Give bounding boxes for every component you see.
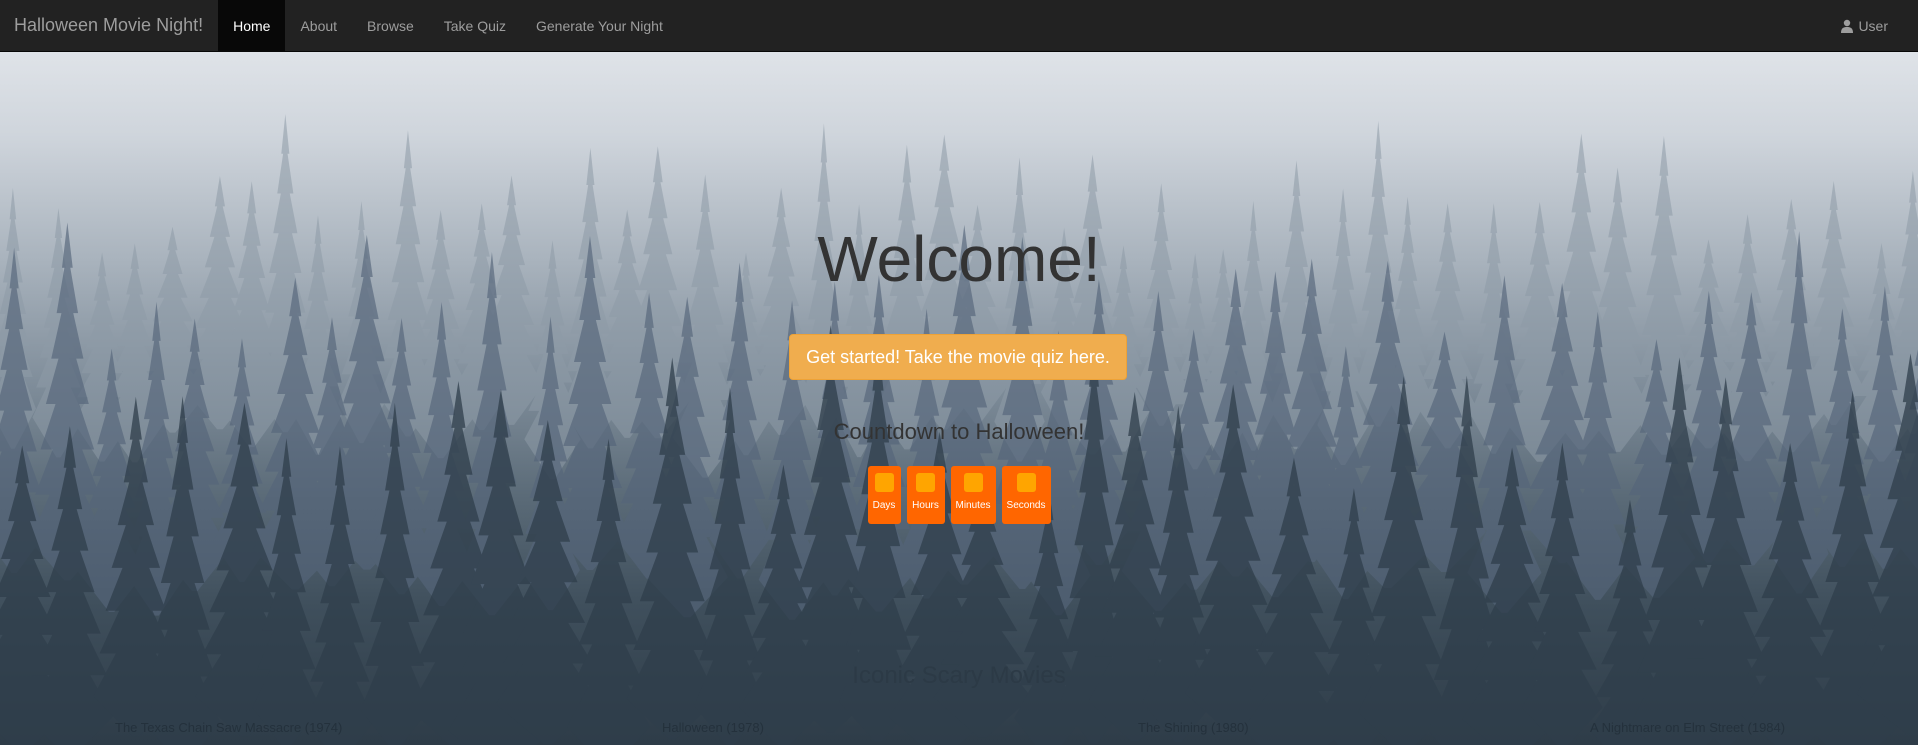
countdown-minutes: Minutes bbox=[950, 466, 996, 524]
countdown-hours-label: Hours bbox=[912, 500, 939, 511]
nav-about[interactable]: About bbox=[285, 0, 352, 51]
take-quiz-button[interactable]: Get started! Take the movie quiz here. bbox=[789, 334, 1127, 380]
user-label: User bbox=[1858, 17, 1888, 34]
top-navbar: Halloween Movie Night! Home About Browse… bbox=[0, 0, 1918, 52]
countdown-hours-value bbox=[916, 473, 935, 492]
iconic-movies-list: The Texas Chain Saw Massacre (1974) Hall… bbox=[0, 720, 1918, 740]
iconic-movies-heading: Iconic Scary Movies bbox=[852, 662, 1066, 689]
nav-links: Home About Browse Take Quiz Generate You… bbox=[218, 0, 678, 51]
movie-title: A Nightmare on Elm Street (1984) bbox=[1590, 720, 1786, 735]
foggy-forest-background bbox=[0, 113, 1918, 745]
countdown-hours: Hours bbox=[906, 466, 945, 524]
countdown-days-label: Days bbox=[872, 500, 896, 511]
countdown-seconds: Seconds bbox=[1001, 466, 1051, 524]
nav-take-quiz[interactable]: Take Quiz bbox=[429, 0, 521, 51]
user-icon bbox=[1841, 19, 1854, 33]
countdown-timer: Days Hours Minutes Seconds bbox=[0, 466, 1918, 524]
countdown-seconds-label: Seconds bbox=[1006, 500, 1046, 511]
countdown-seconds-value bbox=[1016, 473, 1036, 492]
brand-link[interactable]: Halloween Movie Night! bbox=[0, 0, 218, 51]
movie-title: The Shining (1980) bbox=[1138, 720, 1249, 735]
countdown-title: Countdown to Halloween! bbox=[833, 419, 1085, 444]
nav-browse[interactable]: Browse bbox=[352, 0, 429, 51]
welcome-heading: Welcome! bbox=[817, 223, 1101, 295]
countdown-minutes-value bbox=[963, 473, 983, 492]
hero-section: Welcome! Get started! Take the movie qui… bbox=[0, 52, 1918, 745]
nav-generate-your-night[interactable]: Generate Your Night bbox=[521, 0, 678, 51]
nav-home[interactable]: Home bbox=[218, 0, 286, 51]
countdown-days-value bbox=[874, 473, 894, 492]
user-menu[interactable]: User bbox=[1825, 0, 1918, 51]
movie-title: The Texas Chain Saw Massacre (1974) bbox=[115, 720, 343, 735]
countdown-minutes-label: Minutes bbox=[955, 500, 991, 511]
countdown-days: Days bbox=[867, 466, 901, 524]
movie-title: Halloween (1978) bbox=[662, 720, 764, 735]
